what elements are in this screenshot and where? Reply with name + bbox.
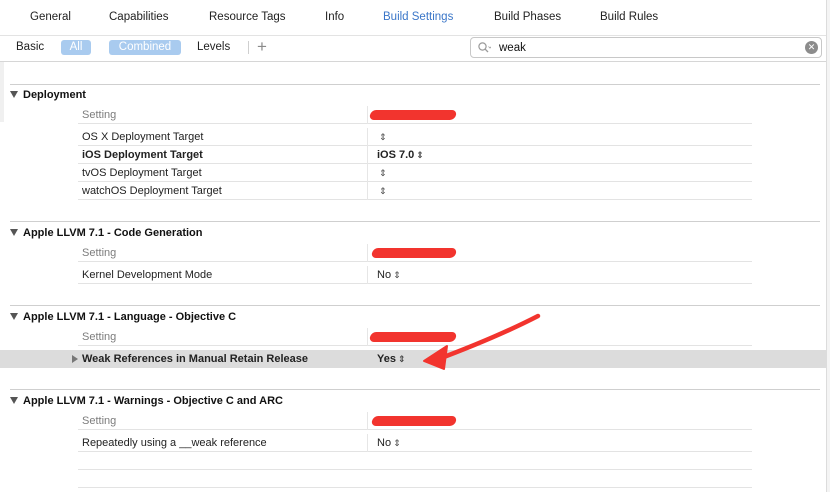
section-header-warnings-objc-arc[interactable]: Apple LLVM 7.1 - Warnings - Objective C … <box>10 395 283 411</box>
setting-name: tvOS Deployment Target <box>82 167 202 179</box>
disclosure-triangle-icon[interactable] <box>10 313 18 320</box>
setting-column-header: Setting <box>82 109 117 121</box>
filter-all-button[interactable]: All <box>61 40 91 55</box>
left-gutter <box>0 62 4 122</box>
setting-row[interactable]: Repeatedly using a __weak reference No ⇕ <box>78 434 752 452</box>
setting-row[interactable]: iOS Deployment Target iOS 7.0 ⇕ <box>78 146 752 164</box>
setting-value[interactable]: iOS 7.0 ⇕ <box>377 149 424 161</box>
tab-general[interactable]: General <box>30 11 71 23</box>
setting-value[interactable]: ⇕ <box>377 185 387 197</box>
setting-row[interactable]: OS X Deployment Target ⇕ <box>78 128 752 146</box>
setting-name: iOS Deployment Target <box>82 149 203 161</box>
section-header-deployment[interactable]: Deployment <box>10 89 86 105</box>
redaction-mark <box>370 416 458 426</box>
stepper-icon[interactable]: ⇕ <box>393 438 401 448</box>
column-divider <box>367 106 368 124</box>
column-divider <box>367 128 368 146</box>
setting-name: Kernel Development Mode <box>82 269 213 281</box>
column-divider <box>367 266 368 284</box>
filter-basic-button[interactable]: Basic <box>16 40 44 55</box>
setting-header-row: Setting <box>78 106 752 124</box>
redaction-mark <box>368 332 458 342</box>
stepper-icon[interactable]: ⇕ <box>416 150 424 160</box>
setting-value[interactable]: ⇕ <box>377 131 387 143</box>
setting-row[interactable]: tvOS Deployment Target ⇕ <box>78 164 752 182</box>
disclosure-triangle-icon[interactable] <box>10 91 18 98</box>
setting-value[interactable]: No ⇕ <box>377 269 401 281</box>
setting-name: Weak References in Manual Retain Release <box>82 353 309 365</box>
section-title: Apple LLVM 7.1 - Code Generation <box>23 227 203 239</box>
section-title: Apple LLVM 7.1 - Language - Objective C <box>23 311 237 323</box>
column-divider <box>367 164 368 182</box>
empty-row <box>78 470 752 488</box>
stepper-icon[interactable]: ⇕ <box>398 354 406 364</box>
column-divider <box>367 434 368 452</box>
setting-column-header: Setting <box>82 247 117 259</box>
tab-capabilities[interactable]: Capabilities <box>109 11 168 23</box>
section-title: Deployment <box>23 89 86 101</box>
section-divider <box>10 389 820 390</box>
search-input[interactable] <box>499 40 799 55</box>
window-edge <box>826 0 830 492</box>
setting-row[interactable]: watchOS Deployment Target ⇕ <box>78 182 752 200</box>
tab-build-phases[interactable]: Build Phases <box>494 11 561 23</box>
tab-bar: General Capabilities Resource Tags Info … <box>0 0 830 36</box>
search-icon <box>478 42 491 53</box>
setting-name: Repeatedly using a __weak reference <box>82 437 267 449</box>
column-divider <box>367 328 368 346</box>
section-header-code-generation[interactable]: Apple LLVM 7.1 - Code Generation <box>10 227 202 243</box>
add-setting-button[interactable]: + <box>257 38 267 56</box>
empty-row <box>78 452 752 470</box>
column-divider <box>367 182 368 200</box>
setting-header-row: Setting <box>78 412 752 430</box>
setting-name: watchOS Deployment Target <box>82 185 222 197</box>
setting-column-header: Setting <box>82 415 117 427</box>
stepper-icon[interactable]: ⇕ <box>379 132 387 142</box>
disclosure-triangle-icon[interactable] <box>10 229 18 236</box>
redaction-mark <box>368 110 458 120</box>
section-header-language-objc[interactable]: Apple LLVM 7.1 - Language - Objective C <box>10 311 236 327</box>
search-field[interactable]: ✕ <box>470 37 822 58</box>
disclosure-triangle-icon[interactable] <box>10 397 18 404</box>
setting-value[interactable]: ⇕ <box>377 167 387 179</box>
stepper-icon[interactable]: ⇕ <box>379 186 387 196</box>
filter-levels-button[interactable]: Levels <box>197 40 230 55</box>
tab-build-settings[interactable]: Build Settings <box>383 11 453 23</box>
toolbar-divider <box>248 41 249 54</box>
setting-value[interactable]: No ⇕ <box>377 437 401 449</box>
stepper-icon[interactable]: ⇕ <box>379 168 387 178</box>
tab-resource-tags[interactable]: Resource Tags <box>209 11 286 23</box>
tab-build-rules[interactable]: Build Rules <box>600 11 658 23</box>
clear-search-icon[interactable]: ✕ <box>805 41 818 54</box>
setting-column-header: Setting <box>82 331 117 343</box>
tab-info[interactable]: Info <box>325 11 344 23</box>
setting-header-row: Setting <box>78 328 752 346</box>
section-divider <box>10 305 820 306</box>
setting-row[interactable]: Kernel Development Mode No ⇕ <box>78 266 752 284</box>
section-title: Apple LLVM 7.1 - Warnings - Objective C … <box>23 395 283 407</box>
column-divider <box>367 244 368 262</box>
column-divider <box>367 412 368 430</box>
setting-name: OS X Deployment Target <box>82 131 204 143</box>
setting-row-selected[interactable]: Weak References in Manual Retain Release… <box>78 350 752 368</box>
column-divider <box>367 146 368 164</box>
section-divider <box>10 221 820 222</box>
setting-value[interactable]: Yes ⇕ <box>377 353 406 365</box>
setting-header-row: Setting <box>78 244 752 262</box>
stepper-icon[interactable]: ⇕ <box>393 270 401 280</box>
redaction-mark <box>370 248 458 258</box>
filter-combined-button[interactable]: Combined <box>109 40 181 55</box>
section-divider <box>10 84 820 85</box>
